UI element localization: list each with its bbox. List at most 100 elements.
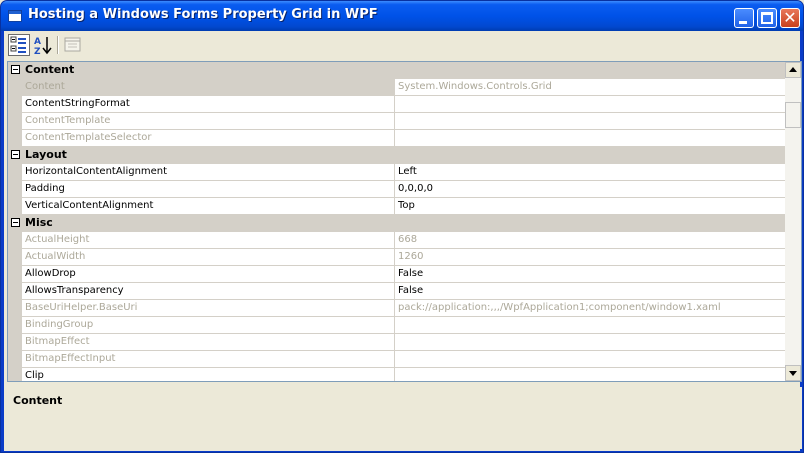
property-row[interactable]: Content System.Windows.Controls.Grid bbox=[8, 79, 785, 96]
property-value bbox=[395, 130, 785, 147]
row-gutter bbox=[8, 300, 22, 317]
description-title: Content bbox=[13, 394, 63, 407]
property-value bbox=[395, 351, 785, 368]
app-window-icon[interactable] bbox=[8, 10, 22, 22]
row-gutter bbox=[8, 249, 22, 266]
property-value[interactable] bbox=[395, 96, 785, 113]
maximize-icon bbox=[761, 12, 773, 24]
scroll-down-button[interactable] bbox=[785, 365, 801, 381]
category-label: Content bbox=[25, 63, 75, 76]
property-value[interactable]: 0,0,0,0 bbox=[395, 181, 785, 198]
minimize-icon bbox=[739, 21, 747, 24]
close-button[interactable]: ✕ bbox=[780, 8, 800, 28]
property-value bbox=[395, 113, 785, 130]
property-row[interactable]: ContentTemplateSelector bbox=[8, 130, 785, 147]
row-gutter bbox=[8, 79, 22, 96]
property-name[interactable]: Content bbox=[22, 79, 395, 96]
property-pages-button[interactable] bbox=[62, 34, 84, 56]
property-value[interactable] bbox=[395, 368, 785, 381]
property-value: System.Windows.Controls.Grid bbox=[395, 79, 785, 96]
collapse-icon[interactable] bbox=[11, 150, 20, 159]
property-value[interactable]: False bbox=[395, 283, 785, 300]
property-row[interactable]: Padding 0,0,0,0 bbox=[8, 181, 785, 198]
alphabetical-button[interactable]: A Z bbox=[32, 34, 54, 57]
property-name[interactable]: ContentTemplate bbox=[22, 113, 395, 130]
row-gutter bbox=[8, 96, 22, 113]
property-name[interactable]: BaseUriHelper.BaseUri bbox=[22, 300, 395, 317]
row-gutter bbox=[8, 232, 22, 249]
property-name[interactable]: AllowDrop bbox=[22, 266, 395, 283]
property-row[interactable]: ActualWidth 1260 bbox=[8, 249, 785, 266]
property-name[interactable]: VerticalContentAlignment bbox=[22, 198, 395, 215]
vertical-scrollbar[interactable] bbox=[785, 62, 801, 381]
property-row[interactable]: BaseUriHelper.BaseUri pack://application:… bbox=[8, 300, 785, 317]
property-row[interactable]: ContentStringFormat bbox=[8, 96, 785, 113]
property-name[interactable]: ActualWidth bbox=[22, 249, 395, 266]
description-pane: Content bbox=[7, 387, 802, 449]
property-value bbox=[395, 317, 785, 334]
row-gutter bbox=[8, 113, 22, 130]
category-row[interactable]: Layout bbox=[8, 147, 785, 164]
alphabetical-icon: A Z bbox=[34, 37, 52, 57]
property-name[interactable]: BindingGroup bbox=[22, 317, 395, 334]
property-row[interactable]: HorizontalContentAlignment Left bbox=[8, 164, 785, 181]
client-area: A Z Content Content System.Windows.Control… bbox=[4, 31, 802, 451]
property-row[interactable]: Clip bbox=[8, 368, 785, 381]
property-row[interactable]: ActualHeight 668 bbox=[8, 232, 785, 249]
property-value[interactable]: False bbox=[395, 266, 785, 283]
property-row[interactable]: VerticalContentAlignment Top bbox=[8, 198, 785, 215]
property-rows: Content Content System.Windows.Controls.Gr… bbox=[8, 62, 785, 381]
property-row[interactable]: ContentTemplate bbox=[8, 113, 785, 130]
categorized-button[interactable] bbox=[8, 34, 30, 56]
row-gutter bbox=[8, 317, 22, 334]
collapse-icon[interactable] bbox=[11, 65, 20, 74]
category-row[interactable]: Misc bbox=[8, 215, 785, 232]
row-gutter bbox=[8, 334, 22, 351]
title-bar[interactable]: Hosting a Windows Forms Property Grid in… bbox=[1, 1, 803, 31]
scroll-thumb[interactable] bbox=[785, 102, 801, 128]
row-gutter bbox=[8, 283, 22, 300]
row-gutter bbox=[8, 164, 22, 181]
collapse-icon[interactable] bbox=[11, 218, 20, 227]
property-value: pack://application:,,,/WpfApplication1;c… bbox=[395, 300, 785, 317]
category-row[interactable]: Content bbox=[8, 62, 785, 79]
property-name[interactable]: Padding bbox=[22, 181, 395, 198]
category-label: Layout bbox=[25, 148, 67, 161]
property-name[interactable]: BitmapEffect bbox=[22, 334, 395, 351]
property-row[interactable]: BindingGroup bbox=[8, 317, 785, 334]
minimize-button[interactable] bbox=[734, 8, 754, 28]
property-row[interactable]: BitmapEffectInput bbox=[8, 351, 785, 368]
app-window: Hosting a Windows Forms Property Grid in… bbox=[0, 0, 804, 453]
property-name[interactable]: ContentStringFormat bbox=[22, 96, 395, 113]
svg-text:Z: Z bbox=[34, 47, 41, 56]
property-name[interactable]: ActualHeight bbox=[22, 232, 395, 249]
svg-text:A: A bbox=[34, 37, 41, 47]
close-icon: ✕ bbox=[783, 8, 797, 27]
chevron-down-icon bbox=[789, 371, 797, 376]
maximize-button[interactable] bbox=[757, 8, 777, 28]
row-gutter bbox=[8, 266, 22, 283]
property-pages-icon bbox=[64, 37, 81, 52]
property-value: 668 bbox=[395, 232, 785, 249]
property-name[interactable]: ContentTemplateSelector bbox=[22, 130, 395, 147]
property-row[interactable]: AllowsTransparency False bbox=[8, 283, 785, 300]
property-grid[interactable]: Content Content System.Windows.Controls.Gr… bbox=[7, 61, 802, 382]
property-value[interactable]: Top bbox=[395, 198, 785, 215]
property-row[interactable]: BitmapEffect bbox=[8, 334, 785, 351]
scroll-up-button[interactable] bbox=[785, 62, 801, 78]
property-value[interactable]: Left bbox=[395, 164, 785, 181]
property-name[interactable]: HorizontalContentAlignment bbox=[22, 164, 395, 181]
chevron-up-icon bbox=[789, 67, 797, 72]
property-row[interactable]: AllowDrop False bbox=[8, 266, 785, 283]
property-name[interactable]: Clip bbox=[22, 368, 395, 381]
property-name[interactable]: BitmapEffectInput bbox=[22, 351, 395, 368]
property-value: 1260 bbox=[395, 249, 785, 266]
row-gutter bbox=[8, 181, 22, 198]
property-name[interactable]: AllowsTransparency bbox=[22, 283, 395, 300]
window-title: Hosting a Windows Forms Property Grid in… bbox=[28, 7, 378, 22]
property-grid-toolbar: A Z bbox=[6, 33, 796, 57]
row-gutter bbox=[8, 198, 22, 215]
row-gutter bbox=[8, 130, 22, 147]
category-label: Misc bbox=[25, 216, 53, 229]
toolbar-separator bbox=[57, 36, 58, 54]
